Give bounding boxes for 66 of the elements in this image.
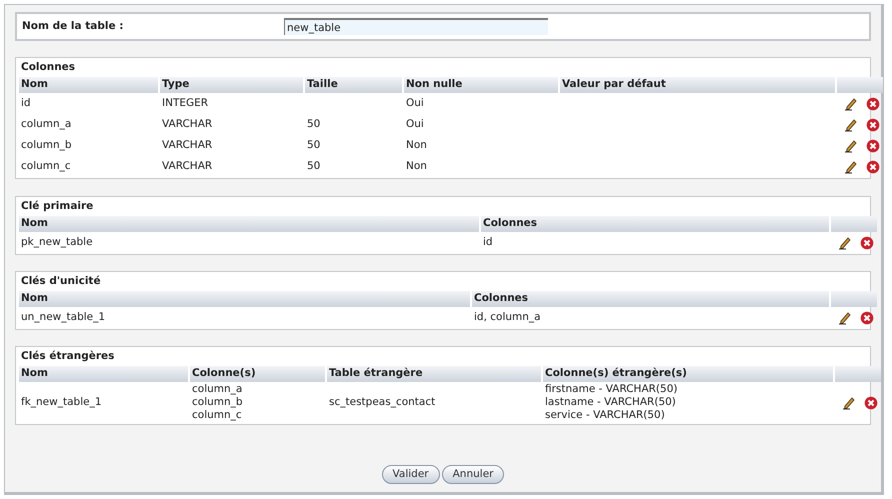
table-cell-text: 50 (307, 158, 320, 174)
header-cell (835, 366, 881, 382)
table-cell-text: un_new_table_1 (21, 310, 106, 325)
column-header: Nom (19, 366, 188, 382)
table-cell-text: firstname - VARCHAR(50) (545, 383, 678, 396)
delete-icon[interactable] (866, 138, 880, 152)
table-cell-text: column_c (192, 409, 243, 422)
table-cell-text: column_b (21, 138, 72, 153)
pencil-icon[interactable] (844, 138, 858, 152)
table-cell-text: 50 (307, 138, 320, 153)
pencil-icon[interactable] (844, 160, 858, 174)
table-cell-text: fk_new_table_1 (21, 394, 102, 410)
delete-icon[interactable] (860, 310, 874, 324)
column-header: Colonnes (472, 291, 829, 307)
column-header: Colonnes (481, 216, 829, 232)
form-button[interactable]: Annuler (442, 465, 504, 484)
section-title: Clé primaire (21, 199, 94, 214)
section-title: Clés d'unicité (21, 274, 101, 290)
pencil-icon[interactable] (838, 236, 852, 250)
table-cell-text: id (483, 234, 493, 250)
table-cell-text: VARCHAR (162, 116, 212, 132)
table-cell-text: column_a (21, 116, 72, 132)
table-cell-text: INTEGER (162, 96, 208, 111)
table-cell-text: Non (406, 158, 427, 174)
table-cell-text: lastname - VARCHAR(50) (545, 396, 677, 409)
form-button[interactable]: Valider (382, 465, 440, 484)
table-cell-text: 50 (307, 116, 320, 132)
delete-icon[interactable] (866, 160, 880, 174)
table-cell-text: VARCHAR (162, 138, 212, 153)
column-header: Table étrangère (327, 366, 541, 382)
table-cell-text: column_c (21, 158, 71, 174)
table-cell-text: id, column_a (474, 310, 541, 325)
section-title: Clés étrangères (21, 349, 114, 364)
table-cell-text: Oui (406, 116, 424, 132)
input-field[interactable]: new_table (284, 18, 548, 35)
delete-icon[interactable] (864, 396, 878, 410)
pencil-icon[interactable] (844, 96, 858, 110)
column-header: Nom (19, 291, 470, 307)
pencil-icon[interactable] (838, 310, 852, 324)
table-cell-text: Oui (406, 96, 424, 111)
table-cell-text: column_b (192, 396, 244, 409)
table-cell-text: service - VARCHAR(50) (545, 409, 666, 422)
table-cell-text: column_a (192, 383, 244, 396)
field-label: Nom de la table : (22, 18, 124, 34)
column-header: Non nulle (404, 77, 558, 93)
pencil-icon[interactable] (844, 118, 858, 132)
table-cell-text: pk_new_table (21, 234, 93, 250)
column-header: Type (160, 77, 303, 93)
table-cell-text: sc_testpeas_contact (329, 394, 436, 410)
table-cell-text: id (21, 96, 31, 111)
delete-icon[interactable] (860, 236, 874, 250)
column-header: Valeur par défaut (560, 77, 835, 93)
pencil-icon[interactable] (842, 396, 856, 410)
header-cell (837, 77, 883, 93)
column-header: Colonne(s) (190, 366, 325, 382)
section-title: Colonnes (21, 60, 76, 76)
column-header: Taille (305, 77, 402, 93)
header-cell (831, 291, 877, 307)
table-cell-text: VARCHAR (162, 158, 212, 174)
delete-icon[interactable] (866, 118, 880, 132)
table-cell-text: Non (406, 138, 427, 153)
column-header: Nom (19, 77, 158, 93)
column-header: Colonne(s) étrangère(s) (543, 366, 833, 382)
column-header: Nom (19, 216, 479, 232)
delete-icon[interactable] (866, 96, 880, 110)
header-cell (831, 216, 877, 232)
